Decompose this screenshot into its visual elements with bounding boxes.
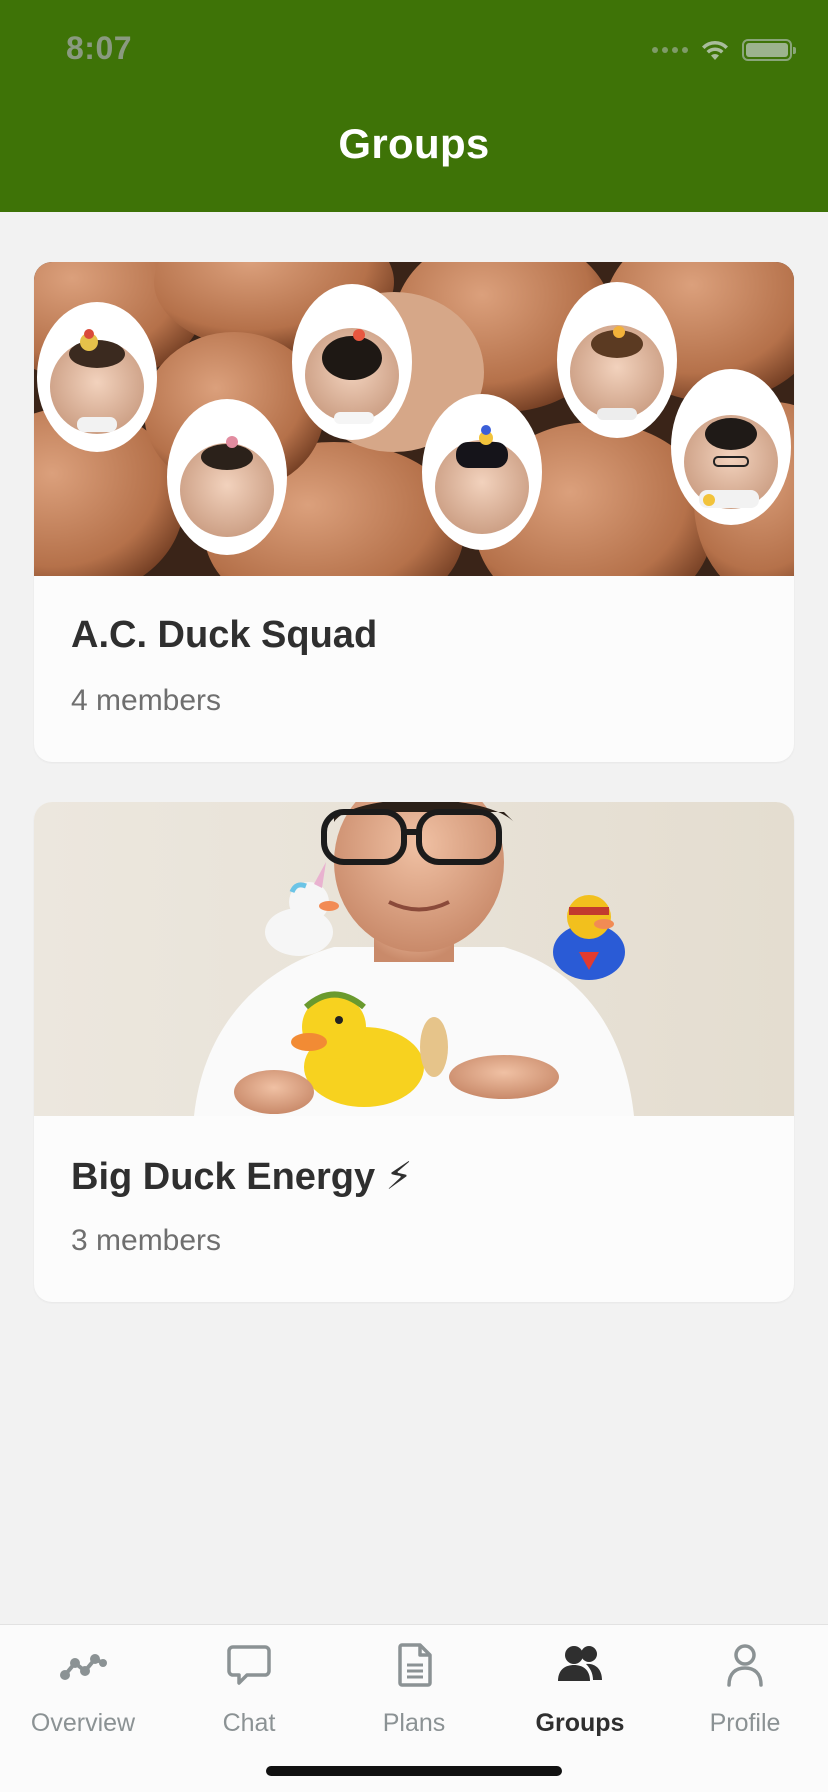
- tab-label: Groups: [535, 1709, 625, 1737]
- group-member-count: 3 members: [71, 1224, 222, 1257]
- tab-profile[interactable]: Profile: [662, 1641, 828, 1751]
- battery-icon: [742, 39, 796, 61]
- group-name: Big Duck Energy ⚡: [71, 1156, 413, 1198]
- status-indicators: [652, 38, 796, 62]
- group-photo-rubber-ducks: [34, 802, 794, 1116]
- tab-chat[interactable]: Chat: [166, 1641, 332, 1751]
- tab-label: Overview: [30, 1709, 136, 1737]
- cellular-signal-icon: [652, 47, 688, 53]
- group-name: A.C. Duck Squad: [71, 614, 378, 656]
- home-indicator[interactable]: [266, 1766, 562, 1776]
- group-card-ac-duck-squad[interactable]: A.C. Duck Squad 4 members: [34, 262, 794, 762]
- overview-icon: [60, 1654, 107, 1680]
- status-time: 8:07: [66, 30, 133, 66]
- tab-overview[interactable]: Overview: [0, 1641, 166, 1751]
- tab-plans[interactable]: Plans: [331, 1641, 497, 1751]
- group-photo-eggs: [34, 262, 794, 576]
- groups-icon: [558, 1646, 602, 1681]
- chat-icon: [227, 1645, 271, 1685]
- tab-label: Plans: [382, 1709, 446, 1737]
- wifi-icon: [702, 40, 728, 60]
- tab-label: Chat: [222, 1709, 276, 1737]
- group-card-big-duck-energy[interactable]: Big Duck Energy ⚡ 3 members: [34, 802, 794, 1302]
- tab-label: Profile: [709, 1709, 781, 1737]
- page-title: Groups: [338, 120, 490, 167]
- tab-groups[interactable]: Groups: [497, 1641, 663, 1751]
- plans-icon: [398, 1643, 432, 1687]
- profile-icon: [727, 1644, 763, 1687]
- groups-screen: 8:07 Groups A.C. Duck Squad 4 members Bi…: [0, 0, 828, 1792]
- app-header: 8:07 Groups: [0, 0, 828, 212]
- group-member-count: 4 members: [71, 684, 222, 717]
